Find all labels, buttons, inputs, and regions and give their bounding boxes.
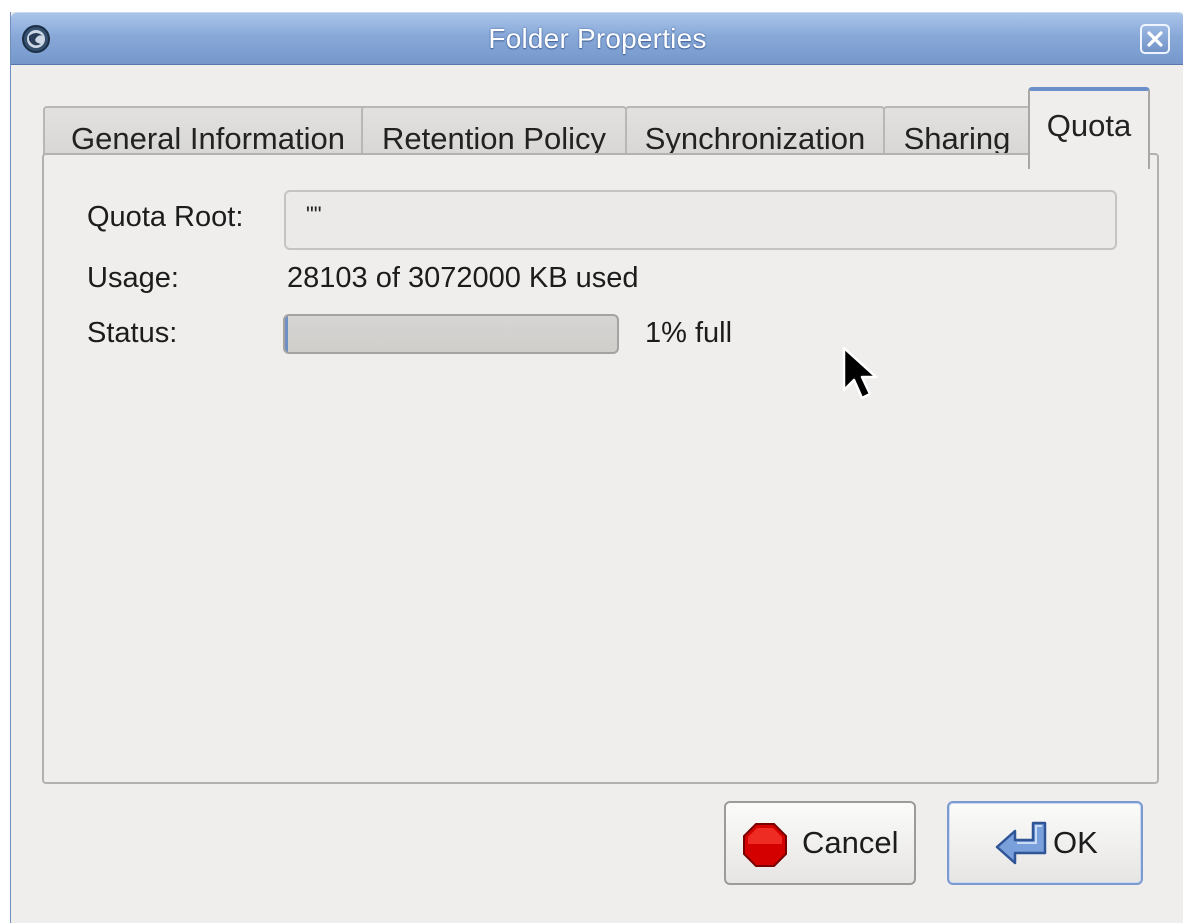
ok-button[interactable]: OK bbox=[947, 801, 1143, 885]
tab-label: Retention Policy bbox=[381, 121, 606, 156]
usage-value: 28103 of 3072000 KB used bbox=[287, 262, 639, 294]
status-text: 1% full bbox=[645, 317, 733, 349]
close-icon bbox=[1147, 31, 1163, 47]
quota-root-value: "" bbox=[306, 202, 322, 227]
stop-icon bbox=[742, 822, 788, 876]
folder-properties-dialog: Folder Properties General Information Re… bbox=[10, 12, 1183, 923]
return-arrow-icon bbox=[993, 817, 1053, 875]
tab-label: Synchronization bbox=[644, 121, 866, 156]
ok-label: OK bbox=[1053, 825, 1098, 860]
quota-progress-fill bbox=[285, 316, 289, 352]
tab-label: Sharing bbox=[903, 121, 1011, 156]
quota-root-field[interactable]: "" bbox=[284, 190, 1117, 250]
tab-label: Quota bbox=[1046, 108, 1132, 143]
mouse-pointer-icon bbox=[842, 346, 878, 400]
cancel-button[interactable]: Cancel bbox=[724, 801, 916, 885]
cancel-label: Cancel bbox=[802, 825, 899, 860]
close-button[interactable] bbox=[1140, 24, 1170, 54]
usage-label: Usage: bbox=[87, 262, 179, 294]
window-title: Folder Properties bbox=[488, 23, 707, 54]
tab-quota[interactable]: Quota bbox=[1028, 87, 1150, 169]
tab-label: General Information bbox=[71, 121, 345, 156]
quota-progress-bar bbox=[283, 314, 619, 354]
status-label: Status: bbox=[87, 317, 178, 349]
title-bar[interactable]: Folder Properties bbox=[11, 12, 1183, 65]
quota-root-label: Quota Root: bbox=[87, 201, 244, 233]
